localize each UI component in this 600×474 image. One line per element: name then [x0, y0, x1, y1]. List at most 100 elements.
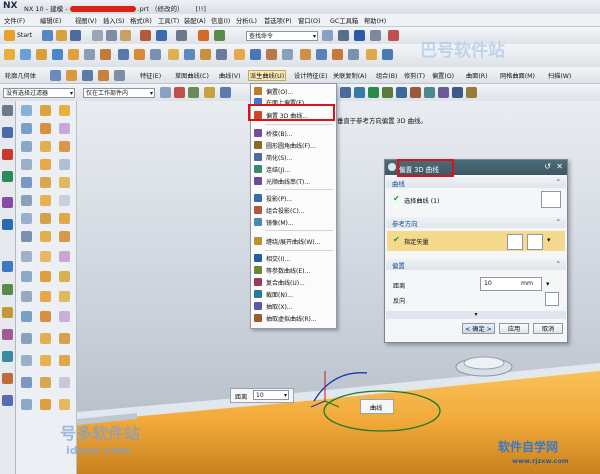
- palette-tool-icon[interactable]: [59, 271, 70, 282]
- dialog-gear-icon[interactable]: [388, 163, 396, 171]
- palette-tool-icon[interactable]: [21, 355, 32, 366]
- point-icon[interactable]: [114, 70, 125, 81]
- palette-tool-icon[interactable]: [40, 141, 51, 152]
- apply-button[interactable]: 应用: [499, 323, 529, 334]
- point-on-curve-icon[interactable]: [438, 87, 449, 98]
- unite-icon[interactable]: [118, 49, 129, 60]
- hd3d-tools-icon[interactable]: [2, 219, 13, 230]
- palette-tool-icon[interactable]: [59, 177, 70, 188]
- palette-tool-icon[interactable]: [40, 271, 51, 282]
- menu-help[interactable]: 帮助(H): [364, 16, 386, 25]
- pad-icon[interactable]: [100, 49, 111, 60]
- menu-item-combined-projection[interactable]: 组合投影(C)...: [251, 205, 336, 215]
- save-icon[interactable]: [70, 30, 81, 41]
- start-button[interactable]: Start: [17, 32, 32, 39]
- scale-icon[interactable]: [316, 49, 327, 60]
- menu-item-circular-fillet-curve[interactable]: 圆形圆角曲线(F)...: [251, 140, 336, 150]
- shell-icon[interactable]: [200, 49, 211, 60]
- palette-tool-icon[interactable]: [21, 291, 32, 302]
- hole-icon[interactable]: [52, 49, 63, 60]
- extrude-icon[interactable]: [20, 49, 31, 60]
- palette-tool-icon[interactable]: [59, 105, 70, 116]
- palette-tool-icon[interactable]: [21, 177, 32, 188]
- palette-tool-icon[interactable]: [21, 377, 32, 388]
- swept-icon[interactable]: [348, 49, 359, 60]
- section-reference-header[interactable]: 参考方向 ⌃: [386, 217, 566, 228]
- boss-icon[interactable]: [68, 49, 79, 60]
- settings-gear-icon[interactable]: [2, 105, 13, 116]
- palette-tool-icon[interactable]: [59, 159, 70, 170]
- palette-tool-icon[interactable]: [40, 399, 51, 410]
- profile-icon[interactable]: [50, 70, 61, 81]
- palette-tool-icon[interactable]: [21, 105, 32, 116]
- menu-preferences[interactable]: 首选项(P): [264, 16, 292, 25]
- toolbar-associative-copy[interactable]: 关联复制(A): [333, 71, 367, 80]
- palette-tool-icon[interactable]: [59, 377, 70, 388]
- chamfer-icon[interactable]: [184, 49, 195, 60]
- palette-tool-icon[interactable]: [40, 333, 51, 344]
- toolbar-trim[interactable]: 修剪(T): [404, 71, 425, 80]
- toolbar-derived-curve[interactable]: 派生曲线(U): [248, 70, 287, 81]
- menu-item-offset[interactable]: 偏置(O)...: [251, 86, 336, 96]
- menu-item-mirror[interactable]: 镜像(M)...: [251, 217, 336, 227]
- snap-icon[interactable]: [338, 30, 349, 41]
- deselect-icon[interactable]: [174, 87, 185, 98]
- intersection-point-icon[interactable]: [382, 87, 393, 98]
- control-point-icon[interactable]: [368, 87, 379, 98]
- toolbar-combine[interactable]: 组合(B): [376, 71, 397, 80]
- scope-filter-select[interactable]: 仅在工作部件内: [83, 88, 155, 98]
- menu-item-isoparametric[interactable]: 等参数曲线(E)...: [251, 265, 336, 275]
- reuse-library-icon[interactable]: [2, 197, 13, 208]
- menu-file[interactable]: 文件(F): [4, 16, 25, 25]
- reset-icon[interactable]: ↺: [544, 162, 551, 171]
- palette-tool-icon[interactable]: [40, 377, 51, 388]
- edge-blend-icon[interactable]: [168, 49, 179, 60]
- web-browser-icon[interactable]: [2, 261, 13, 272]
- process-studio-icon[interactable]: [2, 307, 13, 318]
- collapse-icon[interactable]: ⌃: [556, 178, 561, 186]
- command-search-input[interactable]: 查找命令: [246, 31, 318, 41]
- palette-tool-icon[interactable]: [21, 159, 32, 170]
- palette-tool-icon[interactable]: [21, 195, 32, 206]
- cut-icon[interactable]: [92, 30, 103, 41]
- palette-tool-icon[interactable]: [21, 231, 32, 242]
- menu-view[interactable]: 视图(V): [75, 16, 97, 25]
- existing-point-icon[interactable]: [424, 87, 435, 98]
- line-icon[interactable]: [66, 70, 77, 81]
- select-all-icon[interactable]: [160, 87, 171, 98]
- distance-field[interactable]: 10 mm: [480, 277, 542, 291]
- vector-options-chevron-icon[interactable]: ▾: [547, 236, 551, 244]
- palette-tool-icon[interactable]: [40, 177, 51, 188]
- palette-tool-icon[interactable]: [59, 399, 70, 410]
- inferred-vector-icon[interactable]: [527, 234, 543, 250]
- more-options-chevron-icon[interactable]: ▾: [386, 311, 566, 319]
- undo-icon[interactable]: [156, 30, 167, 41]
- stop-at-intersection-icon[interactable]: [220, 87, 231, 98]
- render-icon[interactable]: [388, 30, 399, 41]
- toolbar-sketch-curve[interactable]: 草图曲线(C): [175, 71, 209, 80]
- redo-icon[interactable]: [176, 30, 187, 41]
- menu-item-extract[interactable]: 抽取(X)...: [251, 301, 336, 311]
- collapse-icon[interactable]: ⌃: [556, 260, 561, 268]
- palette-tool-icon[interactable]: [40, 105, 51, 116]
- collapse-icon[interactable]: ⌃: [556, 218, 561, 226]
- palette-tool-icon[interactable]: [21, 213, 32, 224]
- menu-item-bridge[interactable]: 桥接(B)...: [251, 128, 336, 138]
- quadrant-point-icon[interactable]: [410, 87, 421, 98]
- section-offset-header[interactable]: 偏置 ⌃: [386, 259, 566, 270]
- system-scenes-icon[interactable]: [2, 395, 13, 406]
- palette-tool-icon[interactable]: [40, 311, 51, 322]
- toolbar-feature[interactable]: 特征(E): [140, 71, 161, 80]
- palette-tool-icon[interactable]: [59, 231, 70, 242]
- toolbar-sweep[interactable]: 扫描(W): [548, 71, 571, 80]
- menu-item-wrap-unwrap[interactable]: 缠绕/展开曲线(W)...: [251, 236, 336, 246]
- mirror-icon[interactable]: [250, 49, 261, 60]
- toolbar-design-feature[interactable]: 设计特征(E): [294, 71, 328, 80]
- menu-tools[interactable]: 工具(T): [158, 16, 179, 25]
- toolbar-curve[interactable]: 曲线(V): [219, 71, 240, 80]
- paste-icon[interactable]: [120, 30, 131, 41]
- palette-tool-icon[interactable]: [40, 195, 51, 206]
- toolbar-mesh-surface[interactable]: 网格曲面(M): [500, 71, 535, 80]
- revolve-icon[interactable]: [36, 49, 47, 60]
- menu-item-intersect[interactable]: 相交(I)...: [251, 253, 336, 263]
